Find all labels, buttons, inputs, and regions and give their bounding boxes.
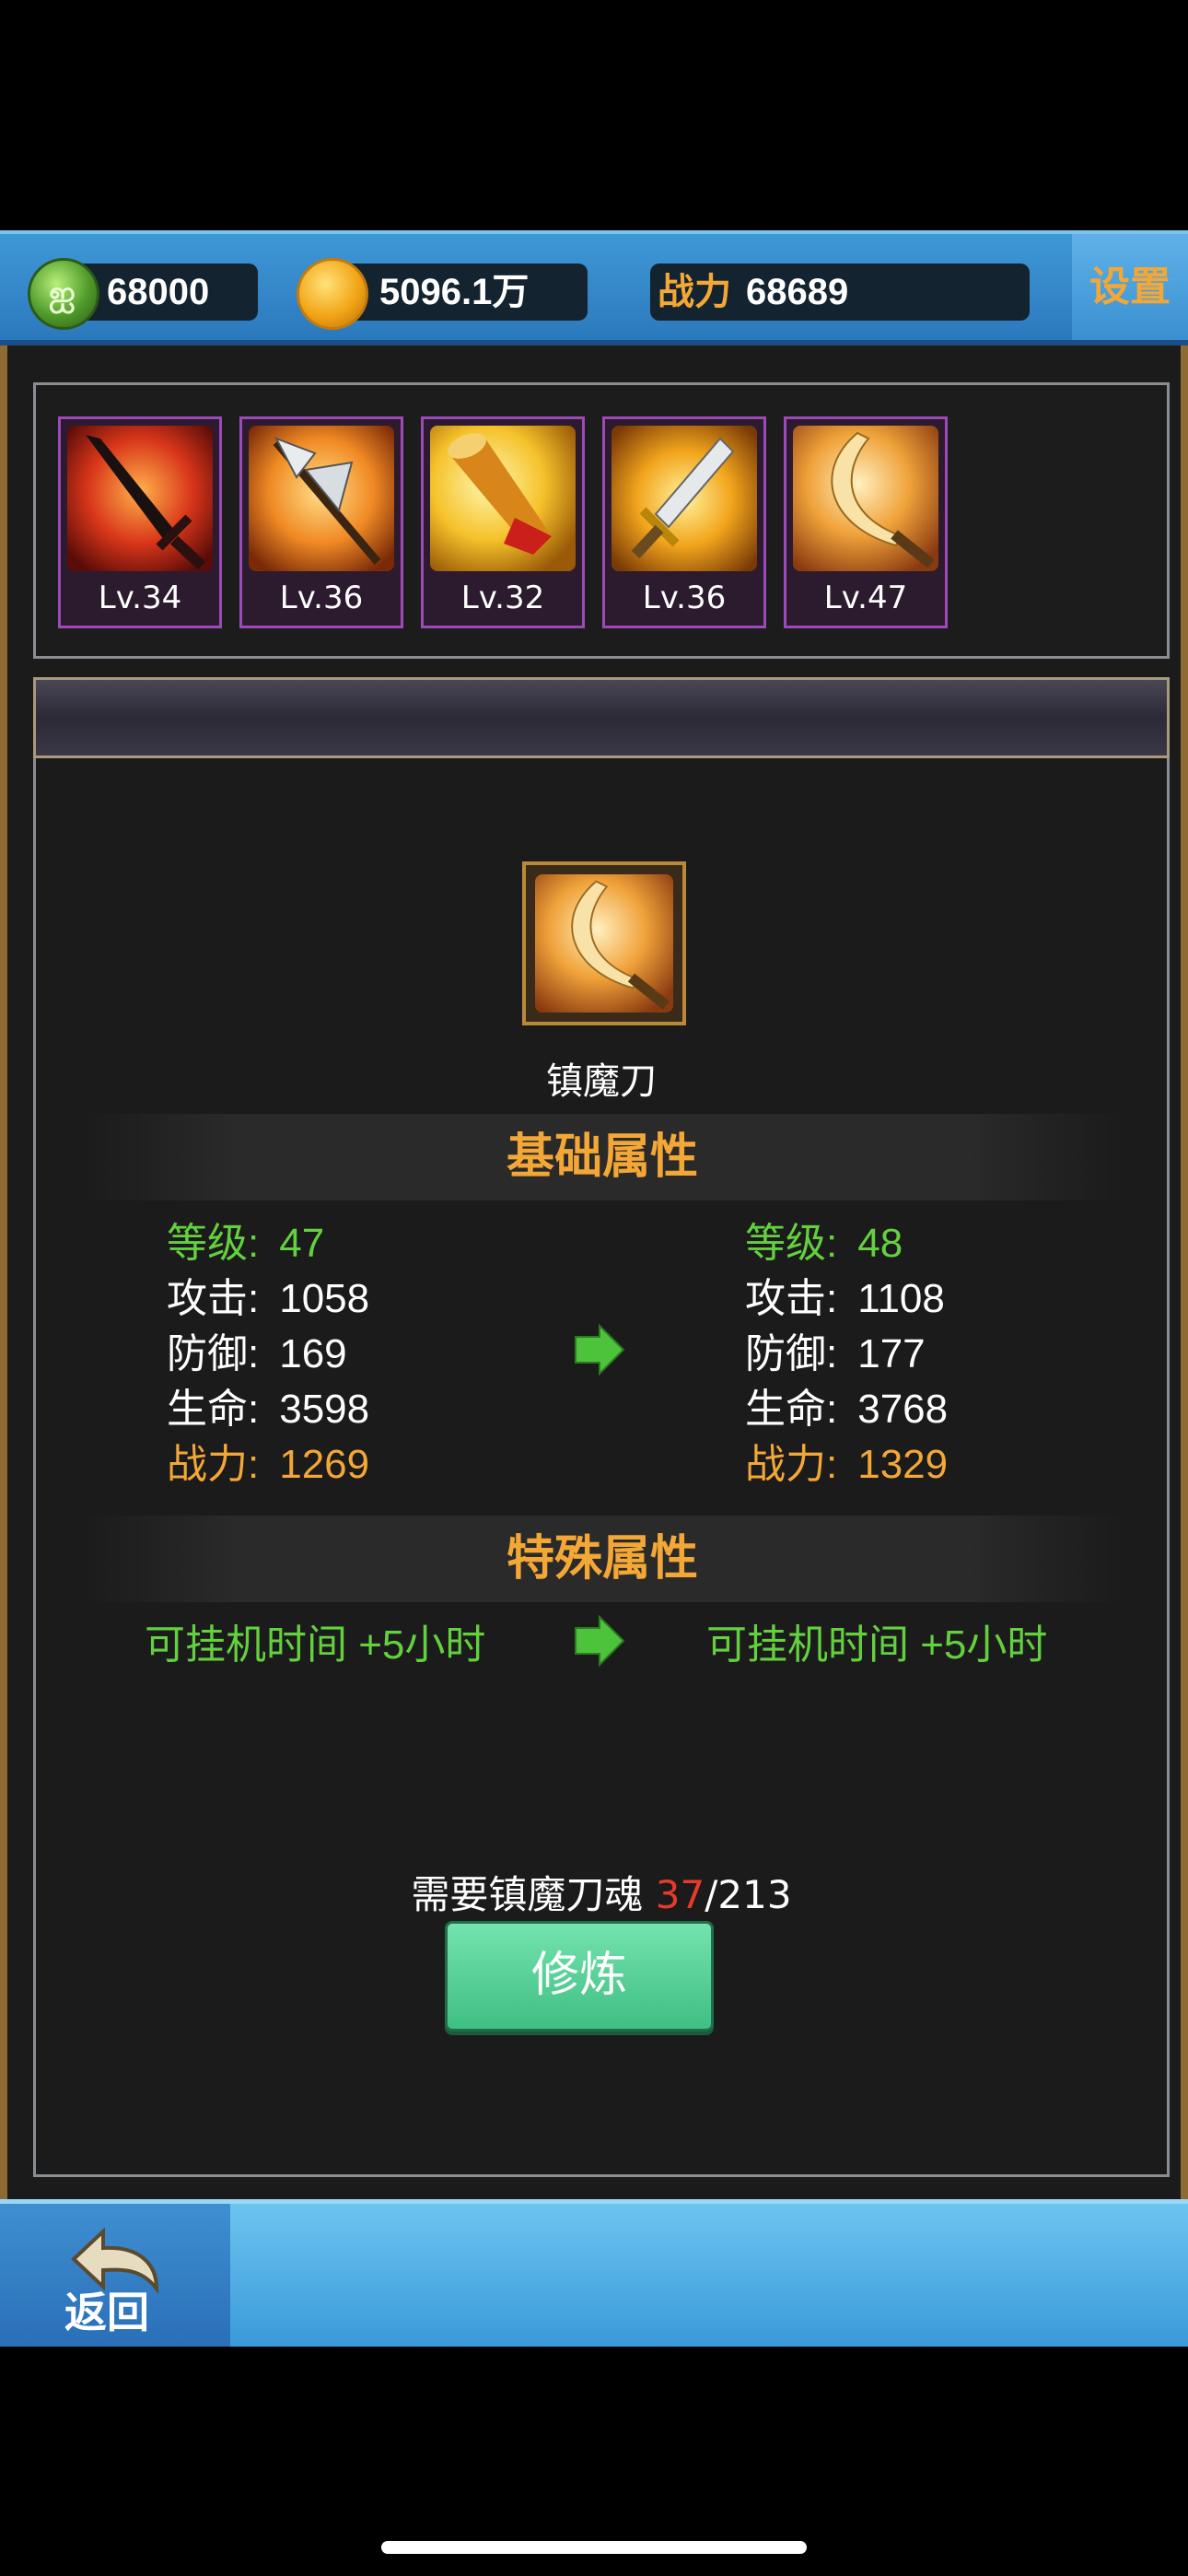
jade-amount: 68000 <box>107 272 210 312</box>
weapon-level: Lv.36 <box>279 580 364 616</box>
material-owned: 37 <box>655 1872 705 1917</box>
arrow-right-icon <box>575 1323 625 1376</box>
stat-row-next: 攻击: 1108 <box>745 1276 945 1321</box>
jade-icon: ஐ <box>28 258 99 330</box>
ornamental-divider <box>33 677 1170 758</box>
power-label: 战力 <box>658 272 731 312</box>
selected-weapon-icon <box>522 861 686 1025</box>
bottom-bar: 返回 <box>0 2199 1188 2347</box>
weapon-slot[interactable]: Lv.47 <box>784 416 948 628</box>
weapon-slot[interactable]: Lv.36 <box>239 416 403 628</box>
weapon-level: Lv.34 <box>98 580 182 616</box>
curved-saber-icon <box>793 426 938 571</box>
stat-row: 战力: 1269 <box>167 1442 370 1487</box>
weapon-list: Lv.34 Lv.36 Lv.32 Lv.36 Lv.47 <box>33 382 1170 659</box>
golden-sword-icon <box>611 426 757 571</box>
weapon-level: Lv.32 <box>460 580 545 616</box>
curved-saber-icon <box>535 874 673 1013</box>
basic-attributes-header: 基础属性 <box>82 1114 1123 1200</box>
jade-counter: ஐ 68000 <box>28 258 258 330</box>
weapon-detail: 镇魔刀 基础属性 等级: 47 攻击: 1058 防御: 169 生命: 3598 战力… <box>33 758 1170 2177</box>
settings-button[interactable]: 设置 <box>1072 234 1188 340</box>
weapon-slot[interactable]: Lv.32 <box>421 416 585 628</box>
war-horn-icon <box>430 426 576 571</box>
stat-row-next: 生命: 3768 <box>745 1387 949 1432</box>
power-counter: 战力 68689 <box>650 263 1030 321</box>
weapon-level: Lv.47 <box>823 580 908 616</box>
gold-counter: 5096.1万 <box>297 258 588 330</box>
back-button[interactable]: 返回 <box>0 2204 230 2347</box>
weapon-name: 镇魔刀 <box>546 1060 657 1103</box>
weapon-slot[interactable]: Lv.36 <box>602 416 766 628</box>
stat-row-next: 战力: 1329 <box>745 1442 949 1487</box>
special-next: 可挂机时间 +5小时 <box>706 1622 1048 1668</box>
black-sword-icon <box>67 426 213 571</box>
resource-bar: ஐ 68000 5096.1万 战力 68689 设置 <box>0 230 1188 345</box>
cultivate-button[interactable]: 修炼 <box>445 1921 714 2032</box>
weapon-slot[interactable]: Lv.34 <box>58 416 222 628</box>
weapon-upgrade-panel: Lv.34 Lv.36 Lv.32 Lv.36 Lv.47 镇魔刀 基础属性 等… <box>0 345 1188 2199</box>
special-attributes-header: 特殊属性 <box>82 1516 1123 1602</box>
weapon-level: Lv.36 <box>642 580 727 616</box>
stat-row: 生命: 3598 <box>167 1387 370 1432</box>
power-value: 68689 <box>746 272 849 312</box>
material-total: /213 <box>705 1872 792 1917</box>
home-indicator[interactable] <box>381 2541 807 2554</box>
special-current: 可挂机时间 +5小时 <box>145 1622 486 1668</box>
back-label: 返回 <box>64 2288 149 2337</box>
gold-amount: 5096.1万 <box>379 272 530 312</box>
stat-row: 等级: 47 <box>167 1221 325 1266</box>
stat-row: 攻击: 1058 <box>167 1276 370 1321</box>
stat-row-next: 防御: 177 <box>745 1331 926 1376</box>
gold-coin-icon <box>297 258 368 330</box>
arrow-right-icon <box>575 1614 625 1668</box>
stat-row: 防御: 169 <box>167 1331 347 1376</box>
halberd-icon <box>249 426 394 571</box>
material-requirement: 需要镇魔刀魂 37/213 <box>411 1872 792 1917</box>
stat-row-next: 等级: 48 <box>745 1221 903 1266</box>
